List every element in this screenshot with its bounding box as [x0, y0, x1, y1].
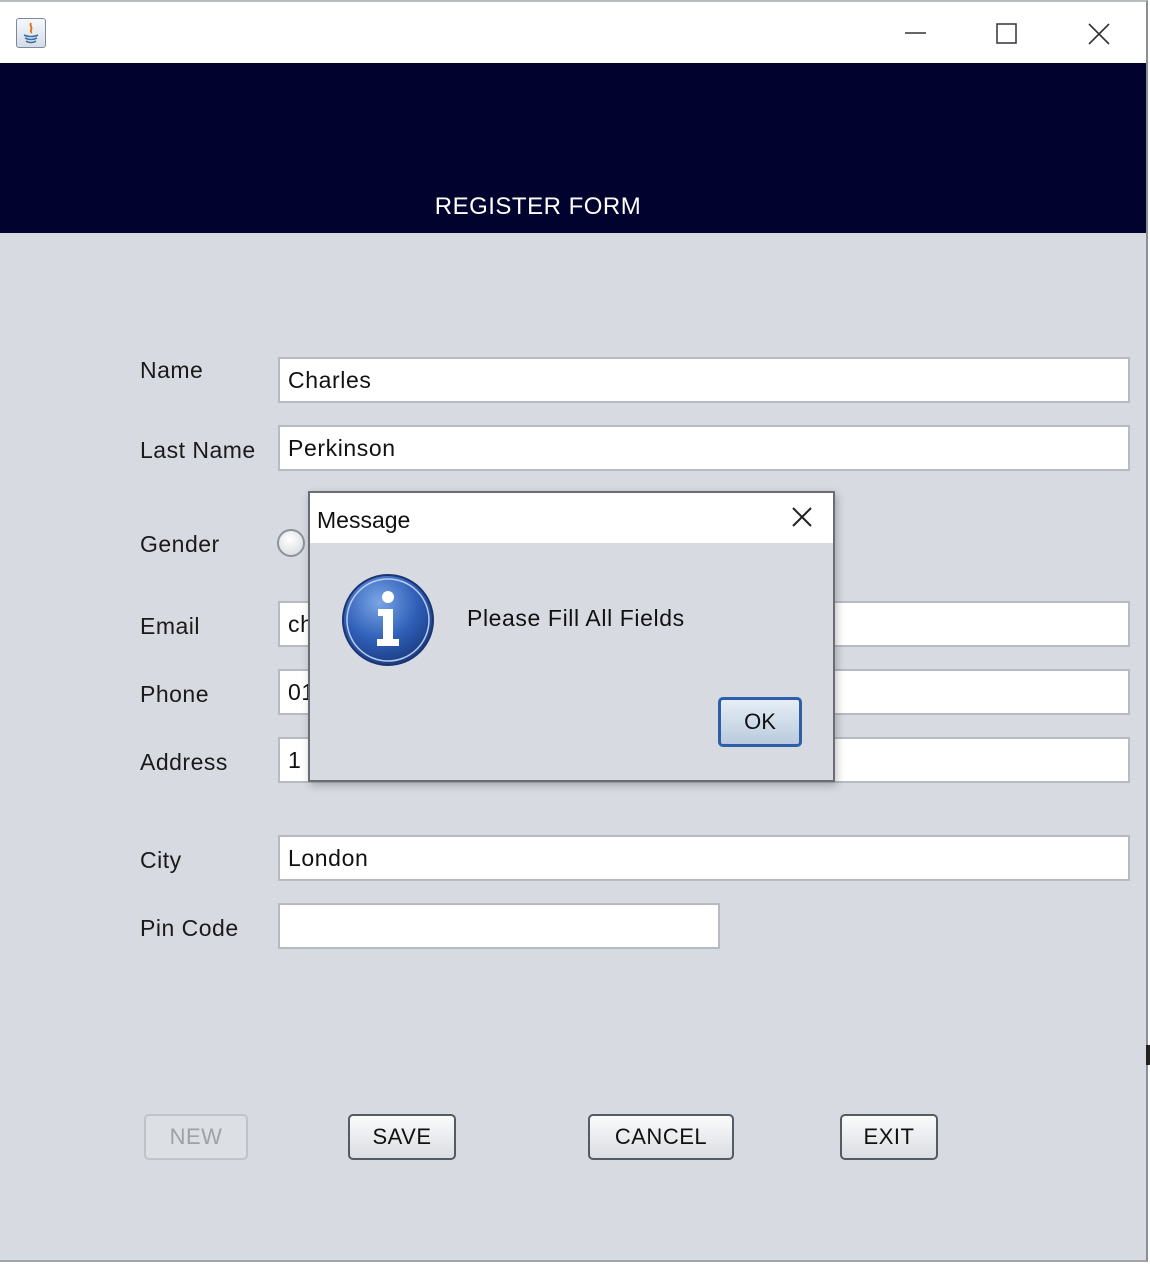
phone-label: Phone: [140, 681, 210, 707]
last-name-field[interactable]: [278, 425, 1130, 471]
pin-code-label: Pin Code: [140, 915, 239, 941]
save-button[interactable]: SAVE: [348, 1114, 456, 1160]
java-app-icon: [16, 18, 46, 48]
close-button[interactable]: [1078, 16, 1118, 50]
new-button[interactable]: NEW: [144, 1114, 248, 1160]
dialog-title-bar[interactable]: Message: [310, 493, 833, 543]
header-title: REGISTER FORM: [434, 193, 642, 220]
email-label: Email: [140, 613, 201, 639]
dialog-close-button[interactable]: [788, 503, 816, 531]
city-field[interactable]: [278, 835, 1130, 881]
window-edge-marker: [1146, 1045, 1150, 1065]
form-header: REGISTER FORM: [0, 63, 1146, 233]
close-icon: [1088, 23, 1110, 45]
minimize-button[interactable]: [895, 16, 935, 50]
maximize-icon: [996, 23, 1017, 44]
app-window: REGISTER FORM Name Last Name Gender Emai…: [0, 0, 1148, 1262]
minimize-icon: [905, 32, 926, 34]
title-bar[interactable]: [0, 2, 1146, 63]
name-label: Name: [140, 357, 204, 383]
gender-label: Gender: [140, 531, 220, 557]
name-field[interactable]: [278, 357, 1130, 403]
address-label: Address: [140, 749, 228, 775]
maximize-button[interactable]: [986, 16, 1026, 50]
message-dialog: Message Please Fill All Fields OK: [308, 491, 835, 782]
dialog-message: Please Fill All Fields: [467, 605, 685, 631]
pin-code-field[interactable]: [278, 903, 720, 949]
city-label: City: [140, 847, 182, 873]
last-name-label: Last Name: [140, 437, 256, 463]
cancel-button[interactable]: CANCEL: [588, 1114, 734, 1160]
ok-button[interactable]: OK: [718, 697, 802, 747]
exit-button[interactable]: EXIT: [840, 1114, 938, 1160]
dialog-title: Message: [317, 507, 411, 533]
gender-radio-button[interactable]: [277, 529, 305, 557]
close-icon: [792, 507, 812, 527]
info-icon: [341, 573, 435, 672]
